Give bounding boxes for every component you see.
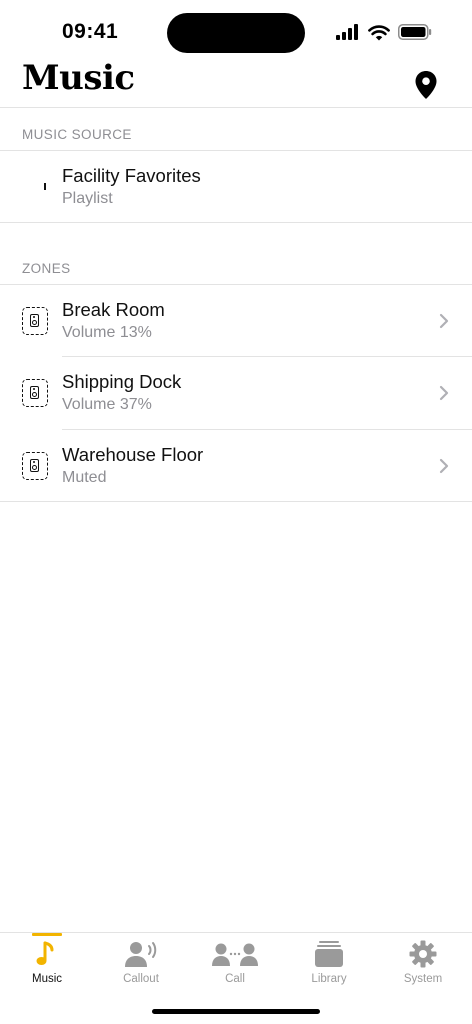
music-note-icon: [36, 941, 54, 965]
music-source-section-header: MUSIC SOURCE: [22, 127, 132, 142]
zone-row[interactable]: Break Room Volume 13%: [0, 285, 472, 357]
location-pin-icon[interactable]: [414, 70, 438, 100]
gear-icon: [409, 940, 437, 968]
zones-section-header: ZONES: [22, 261, 71, 276]
zone-status: Muted: [62, 469, 107, 486]
call-icon: [212, 943, 258, 966]
zone-name: Break Room: [62, 299, 165, 320]
zone-name: Shipping Dock: [62, 371, 182, 392]
tab-library[interactable]: Library: [282, 933, 376, 993]
chevron-right-icon: [439, 385, 449, 401]
zone-status: Volume 37%: [62, 396, 152, 413]
divider: [0, 501, 472, 502]
tab-call[interactable]: Call: [188, 933, 282, 993]
chevron-right-icon: [439, 313, 449, 329]
status-bar: 09:41: [0, 0, 472, 60]
battery-icon: [398, 24, 432, 40]
active-tab-indicator: [32, 933, 62, 936]
tab-label: Call: [225, 973, 245, 985]
zone-row[interactable]: Shipping Dock Volume 37%: [0, 357, 472, 429]
tab-label: Music: [31, 973, 63, 985]
speaker-icon: [22, 452, 48, 480]
tab-label: Callout: [123, 973, 159, 985]
tab-label: System: [403, 973, 443, 985]
music-source-subtitle: Playlist: [62, 190, 113, 207]
zone-name: Warehouse Floor: [62, 444, 204, 465]
page-title: Music: [22, 58, 135, 98]
status-time: 09:41: [62, 20, 119, 43]
playlist-icon: [44, 183, 46, 190]
header: Music: [0, 58, 472, 108]
home-indicator[interactable]: [152, 1009, 320, 1014]
chevron-right-icon: [439, 458, 449, 474]
library-icon: [315, 941, 343, 967]
tab-music[interactable]: Music: [0, 933, 94, 993]
zone-status: Volume 13%: [62, 324, 152, 341]
tab-label: Library: [311, 973, 347, 985]
status-icons: [336, 22, 432, 42]
zone-row[interactable]: Warehouse Floor Muted: [0, 430, 472, 502]
music-screen: 09:41 Music MUSIC SOURCE Facility Favori…: [0, 0, 472, 1024]
music-source-row[interactable]: Facility Favorites Playlist: [0, 151, 472, 223]
speaker-icon: [22, 379, 48, 407]
divider: [0, 222, 472, 223]
speaker-icon: [22, 307, 48, 335]
callout-icon: [125, 942, 157, 967]
dynamic-island: [167, 13, 305, 53]
tab-callout[interactable]: Callout: [94, 933, 188, 993]
cellular-signal-icon: [336, 24, 358, 40]
tab-system[interactable]: System: [376, 933, 470, 993]
wifi-icon: [368, 24, 390, 40]
music-source-title: Facility Favorites: [62, 165, 201, 186]
